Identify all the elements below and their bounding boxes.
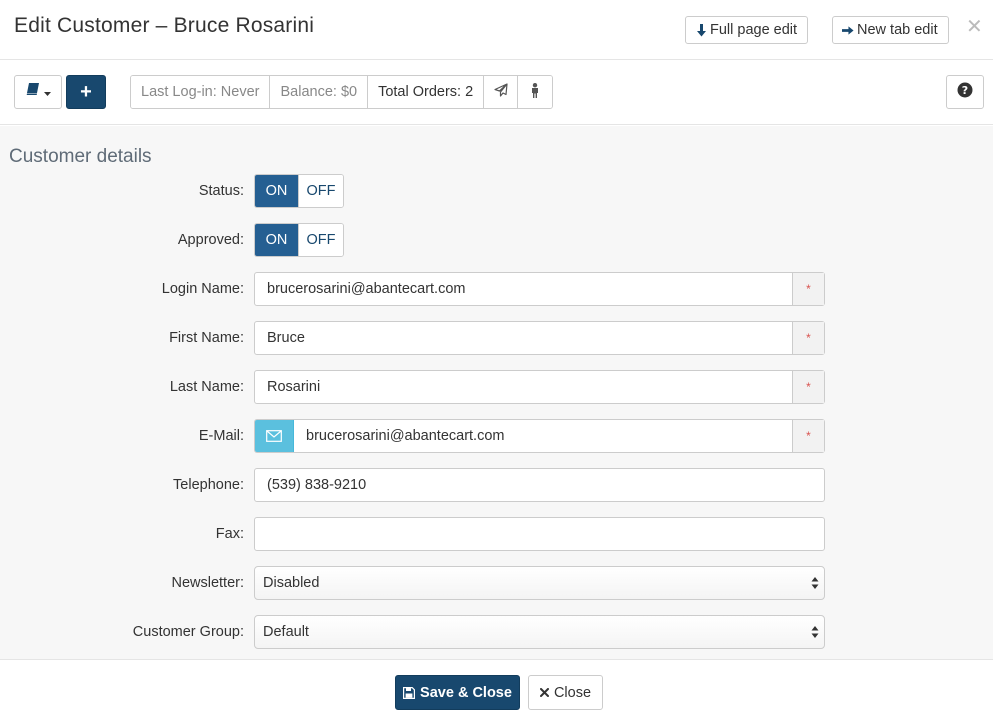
login-name-label: Login Name: xyxy=(161,281,244,297)
status-off[interactable]: OFF xyxy=(298,175,343,207)
arrow-right-icon xyxy=(842,23,854,37)
full-page-edit-label: Full page edit xyxy=(710,22,798,38)
newsletter-select[interactable]: Disabled xyxy=(254,566,825,600)
first-name-label: First Name: xyxy=(169,330,244,346)
telephone-row: Telephone: (539) 838-9210 xyxy=(0,468,993,502)
approved-label: Approved: xyxy=(177,232,244,248)
newsletter-label: Newsletter: xyxy=(171,575,244,591)
email-value[interactable]: brucerosarini@abantecart.com xyxy=(294,428,792,444)
close-label: Close xyxy=(553,684,592,701)
customer-group-label: Customer Group: xyxy=(132,624,244,640)
customer-group-value: Default xyxy=(263,624,309,640)
newsletter-row: Newsletter: Disabled xyxy=(0,566,993,600)
fax-field[interactable] xyxy=(254,517,825,551)
email-field[interactable]: brucerosarini@abantecart.com * xyxy=(254,419,825,453)
svg-text:?: ? xyxy=(962,84,968,97)
times-icon xyxy=(539,688,549,697)
fax-label: Fax: xyxy=(215,526,244,542)
telephone-field[interactable]: (539) 838-9210 xyxy=(254,468,825,502)
question-circle-icon: ? xyxy=(957,82,973,103)
last-name-field[interactable]: Rosarini * xyxy=(254,370,825,404)
last-name-value[interactable]: Rosarini xyxy=(255,379,792,395)
login-name-value[interactable]: brucerosarini@abantecart.com xyxy=(255,281,792,297)
envelope-icon xyxy=(255,420,294,452)
approved-off[interactable]: OFF xyxy=(298,224,343,256)
modal-footer: Save & Close Close xyxy=(0,659,993,721)
toolbar: + Last Log-in: Never Balance: $0 Total O… xyxy=(0,60,993,125)
book-icon xyxy=(26,83,40,101)
approved-toggle[interactable]: ON OFF xyxy=(254,223,344,257)
approved-row: Approved: ON OFF xyxy=(0,223,993,257)
send-message-button[interactable] xyxy=(484,76,519,108)
required-mark: * xyxy=(792,322,824,354)
first-name-value[interactable]: Bruce xyxy=(255,330,792,346)
user-icon xyxy=(530,82,540,102)
telephone-label: Telephone: xyxy=(173,477,244,493)
login-as-customer-button[interactable] xyxy=(518,76,553,108)
email-row: E-Mail: brucerosarini@abantecart.com * xyxy=(0,419,993,453)
book-menu-button[interactable] xyxy=(14,75,62,109)
first-name-field[interactable]: Bruce * xyxy=(254,321,825,355)
select-arrows-icon xyxy=(808,577,822,589)
new-tab-edit-label: New tab edit xyxy=(857,22,938,38)
status-toggle[interactable]: ON OFF xyxy=(254,174,344,208)
last-name-row: Last Name: Rosarini * xyxy=(0,370,993,404)
required-mark: * xyxy=(792,273,824,305)
login-name-field[interactable]: brucerosarini@abantecart.com * xyxy=(254,272,825,306)
customer-group-row: Customer Group: Default xyxy=(0,615,993,649)
help-button[interactable]: ? xyxy=(946,75,984,109)
section-title: Customer details xyxy=(9,146,152,167)
first-name-row: First Name: Bruce * xyxy=(0,321,993,355)
save-close-label: Save & Close xyxy=(420,684,512,701)
status-on[interactable]: ON xyxy=(255,175,298,207)
add-customer-button[interactable]: + xyxy=(66,75,106,109)
last-name-label: Last Name: xyxy=(169,379,244,395)
login-name-row: Login Name: brucerosarini@abantecart.com… xyxy=(0,272,993,306)
arrow-down-icon xyxy=(695,23,707,37)
page-title: Edit Customer – Bruce Rosarini xyxy=(14,14,315,37)
close-icon[interactable]: ✕ xyxy=(966,16,983,38)
status-label: Status: xyxy=(198,183,244,199)
status-row: Status: ON OFF xyxy=(0,174,993,208)
approved-on[interactable]: ON xyxy=(255,224,298,256)
email-label: E-Mail: xyxy=(198,428,244,444)
balance-stat[interactable]: Balance: $0 xyxy=(270,76,369,108)
paper-plane-icon xyxy=(494,83,508,101)
newsletter-value: Disabled xyxy=(263,575,320,591)
customer-group-select[interactable]: Default xyxy=(254,615,825,649)
customer-form: Customer details Status: ON OFF Approved… xyxy=(0,126,993,659)
fax-row: Fax: xyxy=(0,517,993,551)
required-mark: * xyxy=(792,420,824,452)
save-close-button[interactable]: Save & Close xyxy=(395,675,520,710)
modal-header: Edit Customer – Bruce Rosarini Full page… xyxy=(0,0,993,60)
full-page-edit-button[interactable]: Full page edit xyxy=(685,16,809,44)
last-login-stat: Last Log-in: Never xyxy=(131,76,271,108)
select-arrows-icon xyxy=(808,626,822,638)
customer-stats-group: Last Log-in: Never Balance: $0 Total Ord… xyxy=(130,75,554,109)
floppy-disk-icon xyxy=(403,686,416,699)
close-button[interactable]: Close xyxy=(528,675,603,710)
telephone-value[interactable]: (539) 838-9210 xyxy=(255,477,824,493)
new-tab-edit-button[interactable]: New tab edit xyxy=(832,16,949,44)
required-mark: * xyxy=(792,371,824,403)
caret-down-icon xyxy=(43,83,51,101)
total-orders-stat[interactable]: Total Orders: 2 xyxy=(368,76,485,108)
